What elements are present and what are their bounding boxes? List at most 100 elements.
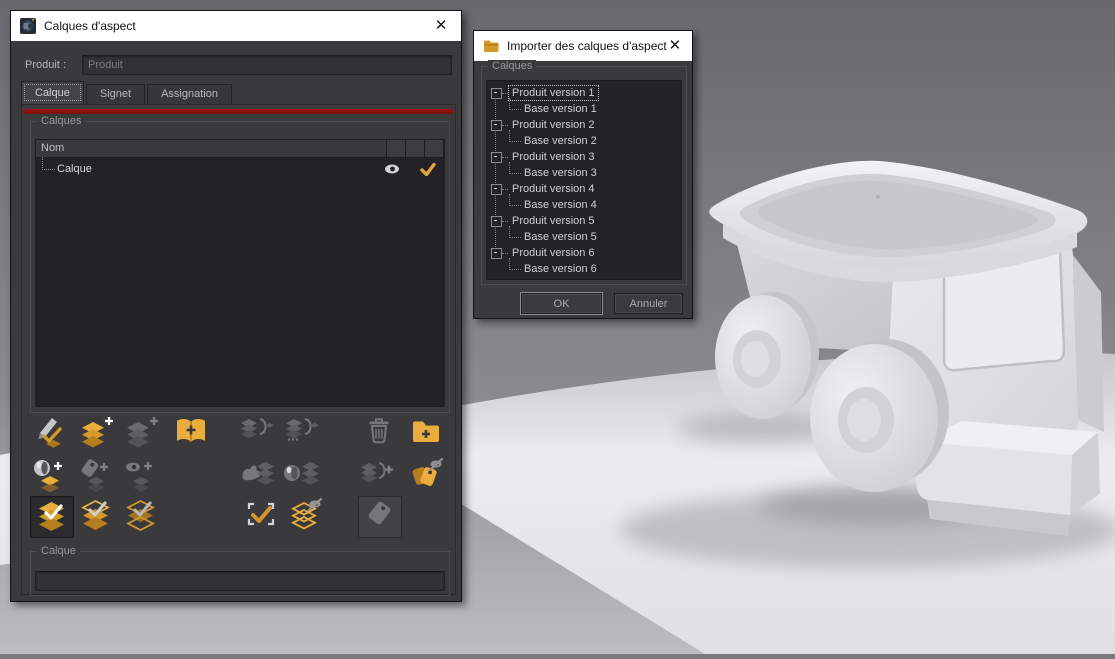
- layer-name: Calque: [57, 163, 92, 175]
- delete-layer-icon: [359, 413, 399, 454]
- import-group-label: Calques: [488, 60, 536, 72]
- cancel-button[interactable]: Annuler: [614, 293, 683, 314]
- tree-item-base[interactable]: Base version 1: [487, 101, 681, 117]
- ok-button[interactable]: OK: [521, 293, 602, 314]
- add-visibility-layer-button[interactable]: [120, 456, 162, 496]
- layers-table: Nom Calque: [35, 139, 445, 407]
- import-folder-icon: [483, 39, 499, 53]
- layers-groupbox: Calques Nom Calque: [30, 121, 450, 413]
- tree-connector: [42, 157, 55, 170]
- add-material-layer-icon: [31, 456, 71, 497]
- app-layers-icon: [20, 18, 36, 34]
- merge-layer-down-button[interactable]: [235, 413, 277, 453]
- column-header-blank-2[interactable]: [406, 140, 425, 157]
- hide-tags-icon: [406, 456, 446, 497]
- hide-checked-layers-button[interactable]: [285, 496, 327, 536]
- tab-panel: Calques Nom Calque: [21, 104, 456, 595]
- table-body: Calque: [36, 158, 444, 179]
- merge-layer-down-icon: [236, 413, 276, 454]
- tab-assignation[interactable]: Assignation: [147, 84, 232, 104]
- add-child-layer-icon: [121, 413, 161, 454]
- tree-item-label: Produit version 5: [509, 214, 598, 228]
- add-tag-layer-button[interactable]: [75, 456, 117, 496]
- add-visibility-layer-icon: [121, 456, 161, 497]
- hide-tags-button[interactable]: [405, 456, 447, 496]
- material-on-layers-icon: [281, 456, 321, 497]
- column-name-header[interactable]: Nom: [36, 140, 387, 157]
- material-on-layers-button[interactable]: [280, 456, 322, 496]
- show-checked-layers-button[interactable]: [75, 496, 117, 536]
- add-material-layer-button[interactable]: [30, 456, 72, 496]
- paint-on-layers-button[interactable]: [235, 456, 277, 496]
- tab-strip: CalqueSignetAssignation: [21, 82, 234, 104]
- tree-item-label: Produit version 2: [509, 118, 598, 132]
- tree-item-base[interactable]: Base version 6: [487, 261, 681, 277]
- merge-layers-button[interactable]: [280, 413, 322, 453]
- collapse-expander-icon[interactable]: [491, 248, 502, 259]
- import-groupbox: Calques Produit version 1Base version 1P…: [481, 66, 687, 285]
- dialog-body: Produit : CalqueSignetAssignation Calque…: [11, 41, 461, 601]
- button-row: OK Annuler: [474, 293, 692, 314]
- dialog-title: Calques d'aspect: [44, 19, 136, 33]
- tree-item-base[interactable]: Base version 4: [487, 197, 681, 213]
- flatten-layers-icon: [356, 456, 396, 497]
- tree-item-label: Base version 3: [521, 166, 600, 180]
- add-layer-icon: [76, 413, 116, 454]
- layers-group-label: Calques: [37, 115, 85, 127]
- dialog-body: Calques Produit version 1Base version 1P…: [474, 61, 692, 318]
- tag-filter-button[interactable]: [358, 496, 402, 538]
- add-layer-button[interactable]: [75, 413, 117, 453]
- tree-item-label: Produit version 3: [509, 150, 598, 164]
- dialog-title: Importer des calques d'aspect: [507, 39, 667, 53]
- tag-filter-icon: [360, 497, 400, 538]
- column-header-blank-1[interactable]: [387, 140, 406, 157]
- tree-item-label: Base version 5: [521, 230, 600, 244]
- validate-selection-icon: [241, 496, 281, 537]
- edit-layer-icon: [31, 413, 71, 454]
- delete-layer-button[interactable]: [358, 413, 400, 453]
- tree-item-label: Base version 6: [521, 262, 600, 276]
- tree-item-label: Produit version 6: [509, 246, 598, 260]
- checked-icon[interactable]: [418, 162, 438, 176]
- tab-calque[interactable]: Calque: [21, 81, 84, 104]
- new-layer-folder-button[interactable]: [405, 413, 447, 453]
- hide-checked-layers-icon: [286, 496, 326, 537]
- dialog-titlebar[interactable]: Calques d'aspect ✕: [11, 11, 461, 41]
- layer-row[interactable]: Calque: [36, 158, 444, 179]
- show-partial-layers-button[interactable]: [120, 496, 162, 536]
- merge-layers-icon: [281, 413, 321, 454]
- add-child-layer-button[interactable]: [120, 413, 162, 453]
- show-all-layers-button[interactable]: [30, 496, 74, 538]
- edit-layer-button[interactable]: [30, 413, 72, 453]
- dialog-titlebar[interactable]: Importer des calques d'aspect ✕: [474, 31, 692, 61]
- flatten-layers-button[interactable]: [355, 456, 397, 496]
- produit-label: Produit :: [25, 59, 66, 71]
- add-layer-to-book-icon: [171, 413, 211, 454]
- tab-signet[interactable]: Signet: [86, 84, 145, 104]
- close-icon[interactable]: ✕: [667, 32, 683, 60]
- tree-item-base[interactable]: Base version 5: [487, 229, 681, 245]
- tree-item-label: Produit version 1: [509, 86, 598, 100]
- version-tree: Produit version 1 Base version 1 Produit v…: [486, 80, 682, 280]
- tree-item-label: Base version 1: [521, 102, 600, 116]
- accent-bar: [23, 109, 454, 114]
- tree-item-label: Produit version 4: [509, 182, 598, 196]
- tree-item-base[interactable]: Base version 2: [487, 133, 681, 149]
- layer-name-input[interactable]: [35, 571, 445, 591]
- collapse-expander-icon[interactable]: [491, 152, 502, 163]
- tree-item-base[interactable]: Base version 3: [487, 165, 681, 181]
- show-partial-layers-icon: [121, 496, 161, 537]
- layer-name-group-label: Calque: [37, 545, 80, 557]
- collapse-expander-icon[interactable]: [491, 88, 502, 99]
- add-layer-to-book-button[interactable]: [170, 413, 212, 453]
- produit-input[interactable]: [82, 55, 452, 75]
- collapse-expander-icon[interactable]: [491, 216, 502, 227]
- visible-eye-icon[interactable]: [382, 163, 402, 175]
- show-all-layers-icon: [32, 497, 72, 538]
- validate-selection-button[interactable]: [240, 496, 282, 536]
- column-header-blank-3[interactable]: [425, 140, 444, 157]
- collapse-expander-icon[interactable]: [491, 120, 502, 131]
- close-icon[interactable]: ✕: [430, 12, 452, 40]
- collapse-expander-icon[interactable]: [491, 184, 502, 195]
- tree-item-label: Base version 2: [521, 134, 600, 148]
